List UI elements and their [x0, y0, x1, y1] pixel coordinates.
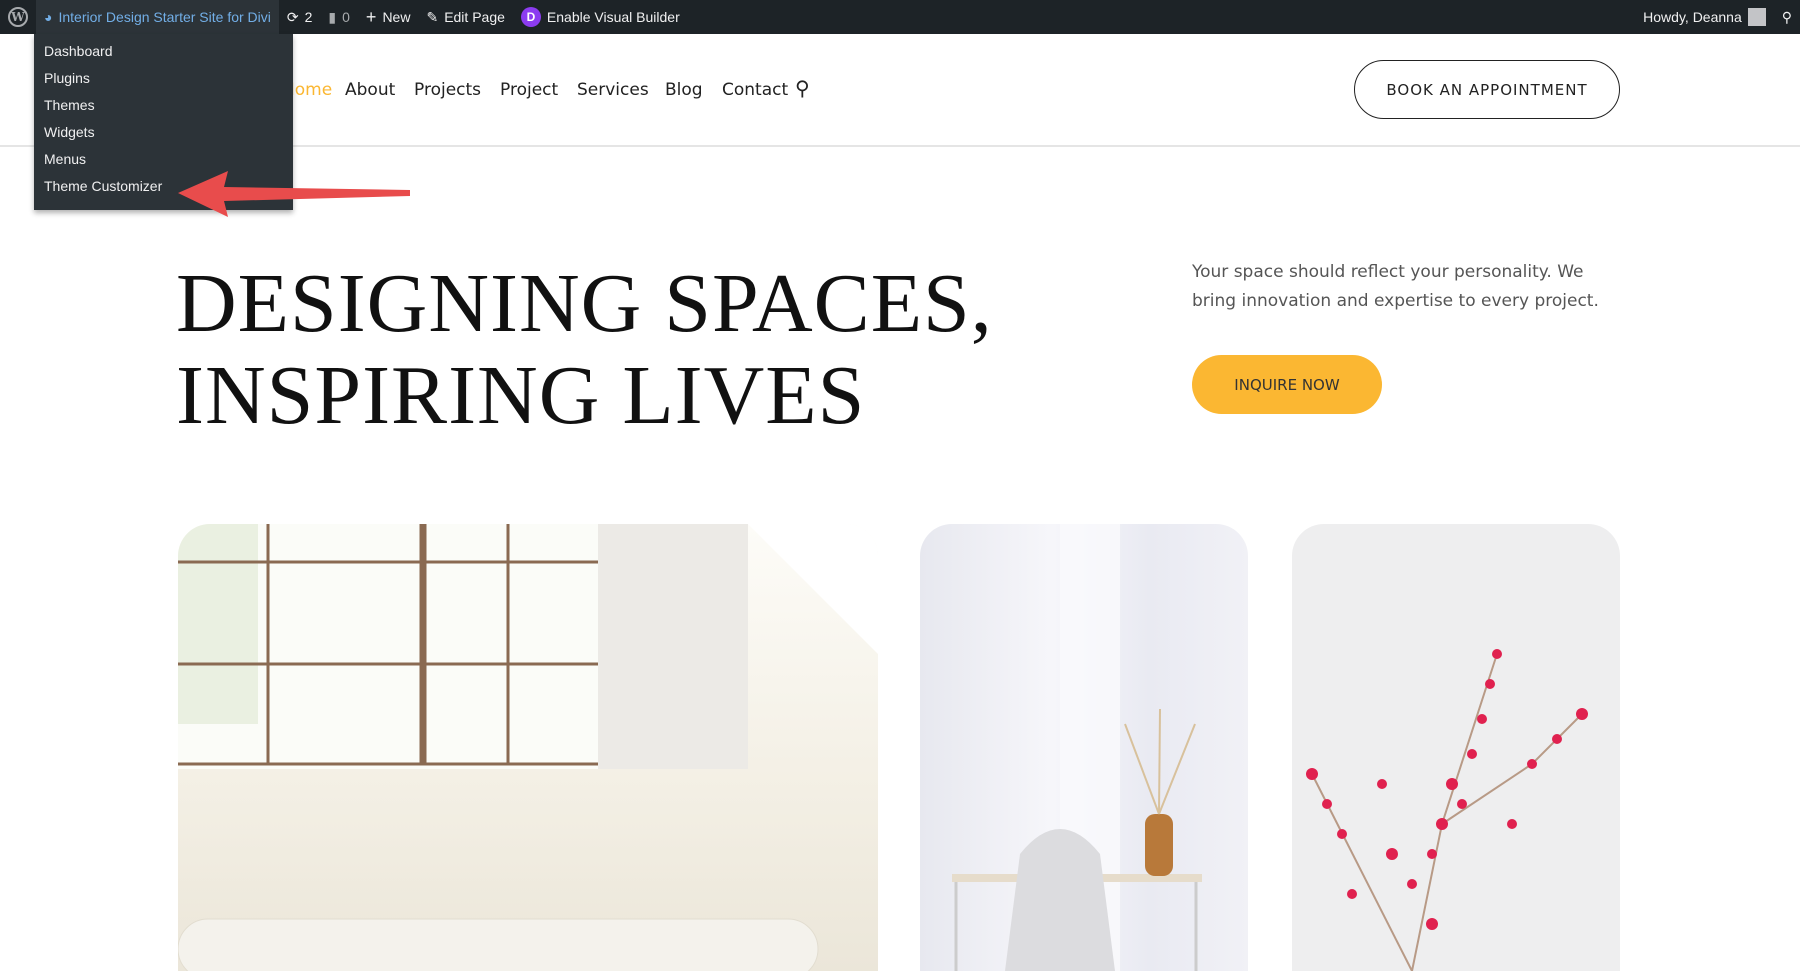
- search-icon: ⚲: [1781, 8, 1792, 25]
- wordpress-icon: W: [8, 7, 28, 27]
- divi-icon: D: [520, 7, 541, 27]
- visual-builder-button[interactable]: D Enable Visual Builder: [513, 0, 688, 34]
- menu-item-themes[interactable]: Themes: [34, 92, 293, 119]
- chair-vase-image: [920, 524, 1248, 971]
- comments-count: 0: [342, 9, 350, 25]
- site-name-menu[interactable]: ◕ Interior Design Starter Site for Divi: [36, 0, 279, 34]
- menu-item-plugins[interactable]: Plugins: [34, 65, 293, 92]
- nav-projects[interactable]: Projects: [414, 80, 481, 100]
- book-appointment-button[interactable]: BOOK AN APPOINTMENT: [1354, 60, 1620, 119]
- new-button[interactable]: + New: [358, 0, 419, 34]
- inquire-now-button[interactable]: INQUIRE NOW: [1192, 355, 1382, 414]
- nav-contact[interactable]: Contact: [722, 80, 788, 100]
- plus-icon: +: [365, 6, 377, 27]
- menu-item-dashboard[interactable]: Dashboard: [34, 38, 293, 65]
- account-menu[interactable]: Howdy, Deanna: [1635, 0, 1774, 34]
- dashboard-icon: ◕: [44, 9, 53, 25]
- edit-page-button[interactable]: ✎ Edit Page: [418, 0, 512, 34]
- nav-project[interactable]: Project: [500, 80, 558, 100]
- hero-heading: DESIGNING SPACES, INSPIRING LIVES: [176, 258, 993, 442]
- site-name: Interior Design Starter Site for Divi: [58, 9, 271, 25]
- updates-count: 2: [304, 9, 313, 25]
- menu-item-widgets[interactable]: Widgets: [34, 119, 293, 146]
- search-icon[interactable]: ⚲: [795, 76, 810, 100]
- living-room-image: [178, 524, 878, 971]
- nav-services[interactable]: Services: [577, 80, 649, 100]
- avatar: [1747, 8, 1766, 26]
- hero-paragraph: Your space should reflect your personali…: [1192, 262, 1599, 311]
- visual-builder-label: Enable Visual Builder: [546, 9, 680, 25]
- comment-icon: ▮: [328, 8, 337, 25]
- comments-button[interactable]: ▮ 0: [320, 0, 358, 34]
- nav-blog[interactable]: Blog: [665, 80, 703, 100]
- hero-line-2: INSPIRING LIVES: [176, 349, 866, 442]
- refresh-icon: ⟳: [286, 8, 299, 25]
- berry-branch-image: [1292, 524, 1620, 971]
- updates-button[interactable]: ⟳ 2: [279, 0, 321, 34]
- wordpress-logo-button[interactable]: W: [0, 0, 36, 34]
- pencil-icon: ✎: [426, 8, 439, 25]
- edit-label: Edit Page: [444, 9, 505, 25]
- howdy-label: Howdy, Deanna: [1643, 9, 1742, 25]
- new-label: New: [382, 9, 411, 25]
- admin-bar: W ◕ Interior Design Starter Site for Divi…: [0, 0, 1800, 34]
- admin-search-button[interactable]: ⚲: [1774, 0, 1800, 34]
- annotation-arrow: [178, 171, 410, 217]
- hero-line-1: DESIGNING SPACES,: [176, 257, 993, 350]
- nav-about[interactable]: About: [345, 80, 395, 100]
